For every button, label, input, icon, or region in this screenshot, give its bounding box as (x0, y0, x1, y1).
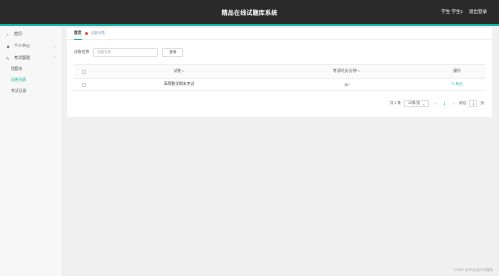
start-exam-link[interactable]: ✎ 考试 (451, 82, 462, 86)
top-bar: 精品在线试题库系统 学生 学生1 退出登录 (0, 0, 499, 24)
paper-name-cell: 高等数学期末考试 (163, 82, 195, 86)
chevron-down-icon: ⌄ (53, 44, 56, 48)
sidebar-subitem-paper-list[interactable]: 试卷列表 (0, 75, 62, 86)
sidebar-item-exam-management[interactable]: ✎ 考试管理 ⌃ (0, 52, 62, 64)
app-title: 精品在线试题库系统 (221, 11, 278, 17)
page-1-button[interactable]: 1 (441, 100, 447, 107)
column-header-paper[interactable]: 试卷⇵ (94, 69, 264, 74)
home-icon: ⌂ (6, 31, 9, 37)
action-cell: ✎ 考试 (429, 82, 485, 87)
sort-icon: ⇵ (182, 69, 185, 73)
goto-page-input[interactable]: 1 (469, 100, 478, 107)
sidebar-item-label: 考试管理 (14, 55, 30, 60)
select-all-checkbox[interactable] (82, 69, 86, 74)
row-checkbox[interactable] (82, 82, 86, 87)
filter-bar: 试卷名称 试卷名称 查询 (67, 44, 492, 61)
watermark: CSDN @毕业设计代做网 (454, 268, 493, 272)
user-area: 学生 学生1 退出登录 (441, 9, 487, 15)
sidebar-item-home[interactable]: ⌂ 首页 (0, 28, 62, 40)
user-icon: ☻ (6, 43, 11, 49)
paper-table: 试卷⇵ 考试时长/分钟⇵ 操作 高等数学期末考试 30 ✎ 考试 (74, 64, 485, 91)
tab-home[interactable]: 首页 (74, 31, 82, 40)
user-label[interactable]: 学生 学生1 (441, 9, 463, 15)
page-size-select[interactable]: 10条/页 ⌄ (404, 100, 430, 107)
sidebar-item-profile[interactable]: ☻ 个人中心 ⌄ (0, 40, 62, 52)
column-header-action: 操作 (453, 69, 461, 73)
prev-page-button[interactable]: ‹ (432, 100, 438, 107)
pagination: 共 1 条 10条/页 ⌄ ‹ 1 › 前往 1 页 (67, 100, 492, 107)
main-panel: 首页 试卷列表 试卷名称 试卷名称 查询 试卷⇵ 考试时长/分钟⇵ 操作 高等数… (67, 28, 492, 117)
table-header-row: 试卷⇵ 考试时长/分钟⇵ 操作 (74, 65, 485, 79)
sidebar: ⌂ 首页 ☻ 个人中心 ⌄ ✎ 考试管理 ⌃ 错题本 试卷列表 考试记录 (0, 26, 63, 276)
sort-icon: ⇵ (357, 69, 361, 73)
select-all-cell (74, 69, 94, 74)
tab-paper-list[interactable]: 试卷列表 (91, 31, 105, 36)
accent-line (0, 24, 499, 26)
page-unit-label: 页 (480, 101, 484, 105)
duration-cell: 30 (344, 82, 349, 87)
query-button[interactable]: 查询 (162, 48, 184, 57)
total-count: 共 1 条 (389, 101, 402, 105)
next-page-button[interactable]: › (450, 100, 456, 107)
column-header-duration[interactable]: 考试时长/分钟⇵ (264, 69, 429, 74)
paper-name-input[interactable]: 试卷名称 (93, 48, 159, 57)
chevron-down-icon: ⌄ (422, 101, 426, 106)
sidebar-subitem-exam-records[interactable]: 考试记录 (0, 86, 62, 97)
sidebar-subitem-wrong-questions[interactable]: 错题本 (0, 64, 62, 75)
tab-dot-icon (84, 32, 88, 35)
breadcrumb: 首页 试卷列表 (67, 28, 492, 40)
sidebar-item-label: 首页 (14, 31, 22, 36)
filter-label: 试卷名称 (74, 50, 90, 54)
logout-link[interactable]: 退出登录 (469, 9, 487, 15)
edit-icon: ✎ (6, 55, 10, 61)
sidebar-item-label: 个人中心 (14, 43, 30, 48)
goto-label: 前往 (459, 101, 467, 105)
chevron-up-icon: ⌃ (53, 56, 56, 60)
table-row: 高等数学期末考试 30 ✎ 考试 (74, 79, 485, 91)
row-select-cell (74, 82, 94, 87)
